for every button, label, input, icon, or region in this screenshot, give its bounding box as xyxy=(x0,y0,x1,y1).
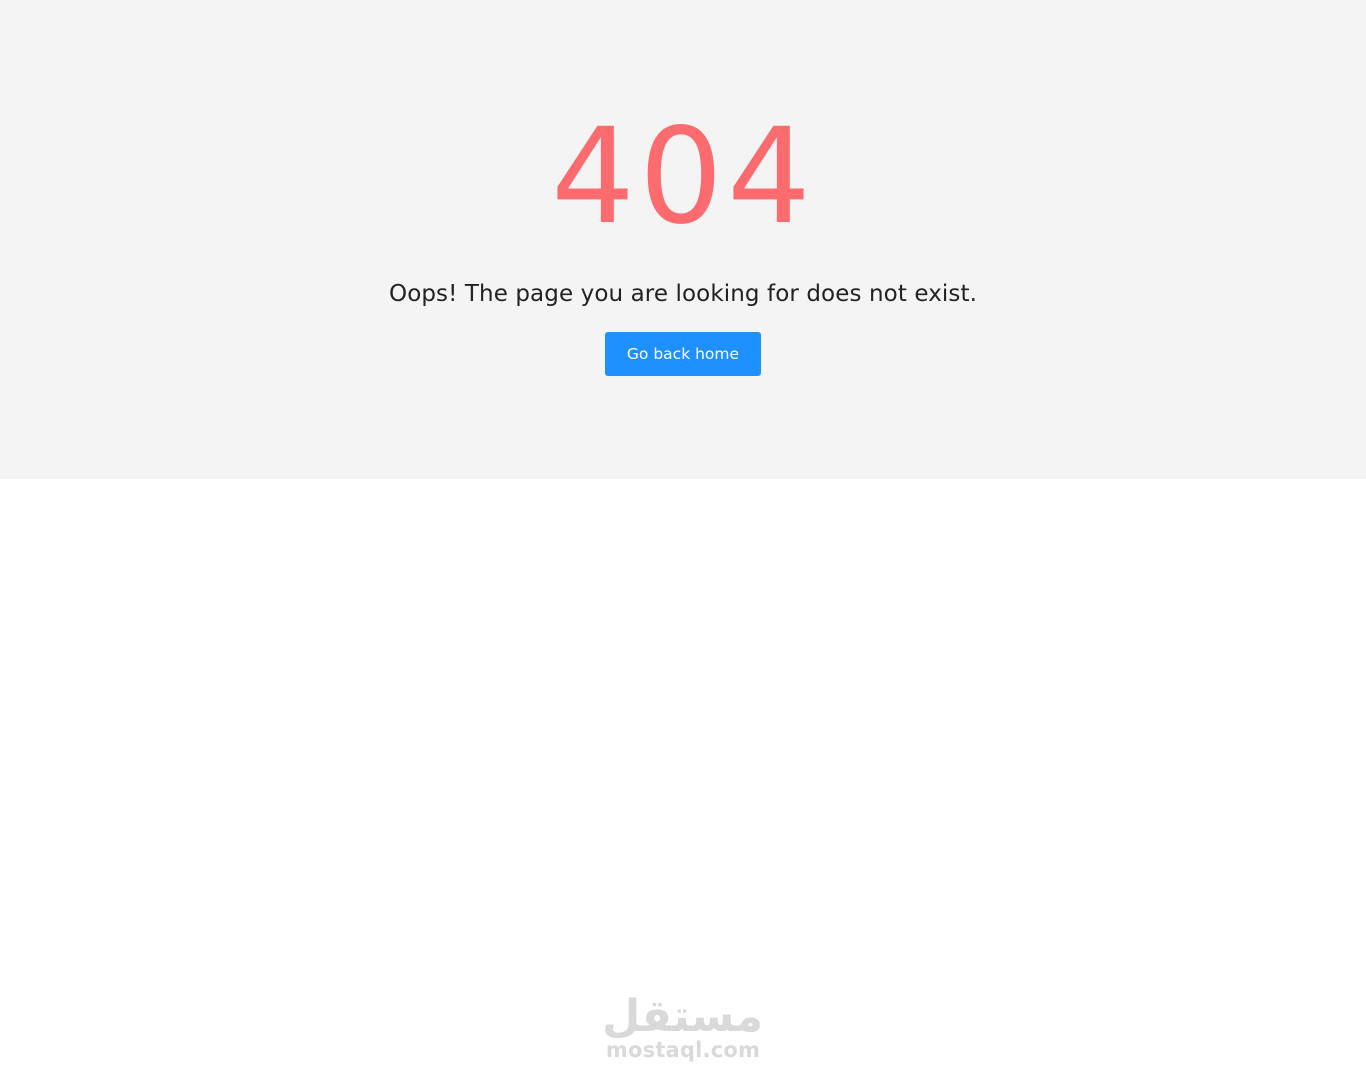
error-code: 404 xyxy=(551,100,815,254)
go-back-home-button[interactable]: Go back home xyxy=(605,332,761,376)
logo-arabic-text: مستقل xyxy=(602,991,763,1042)
footer: مستقل mostaql.com xyxy=(0,479,1366,1062)
error-section: 404 Oops! The page you are looking for d… xyxy=(0,0,1366,479)
mostaql-logo[interactable]: مستقل mostaql.com xyxy=(602,991,763,1067)
logo-domain-text: mostaql.com xyxy=(605,1038,761,1062)
error-message: Oops! The page you are looking for does … xyxy=(388,281,978,307)
